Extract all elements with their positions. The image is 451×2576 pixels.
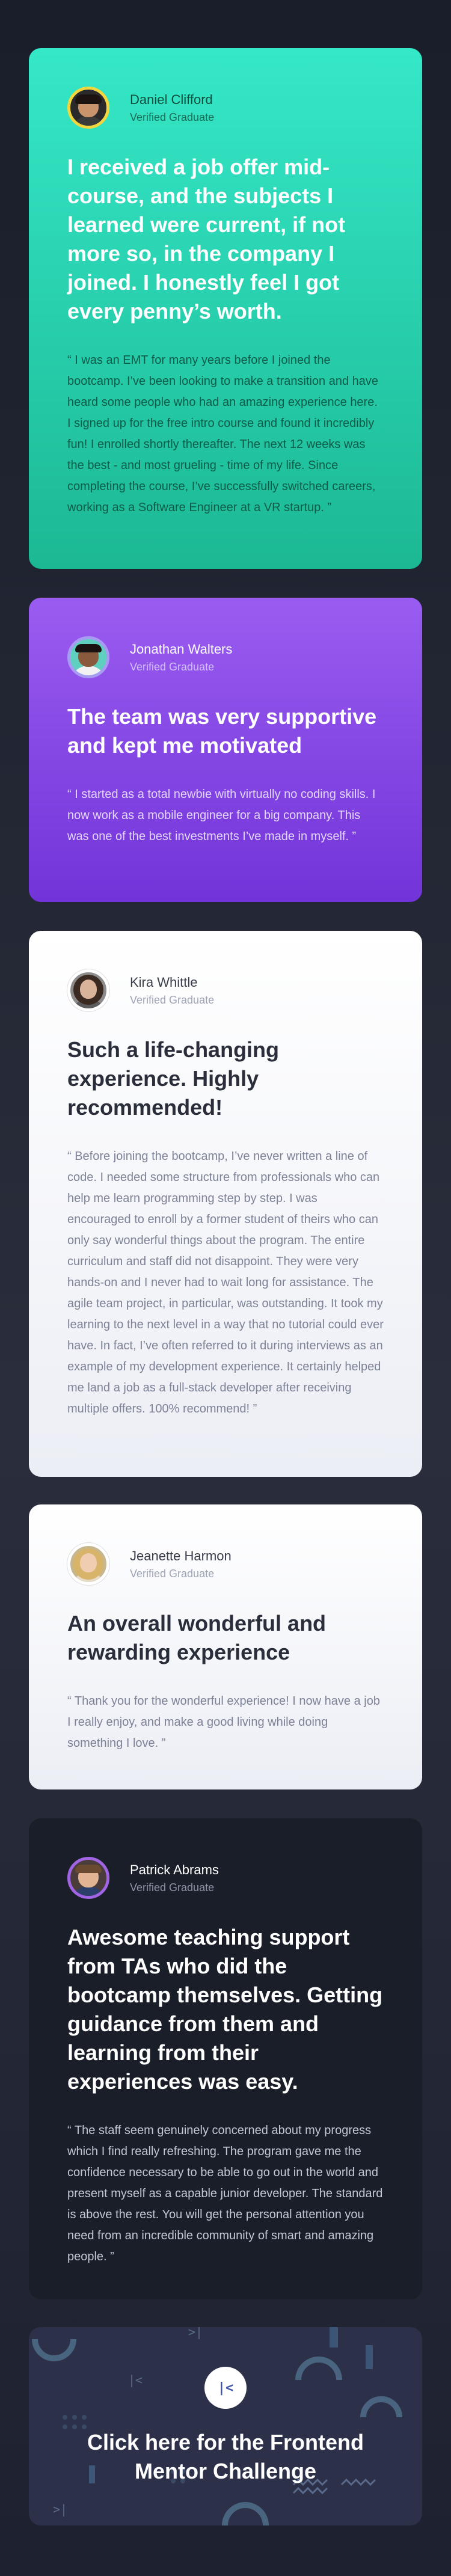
svg-text:>|: >| (53, 2502, 67, 2516)
svg-text:|<: |< (128, 2373, 143, 2387)
card-header: Jeanette Harmon Verified Graduate (67, 1543, 384, 1585)
testimonial-headline: I received a job offer mid-course, and t… (67, 155, 346, 324)
cta-label: Click here for the Frontend Mentor Chall… (87, 2430, 364, 2483)
testimonial-quote: “ I started as a total newbie with virtu… (67, 788, 376, 843)
author-status: Verified Graduate (130, 111, 215, 123)
avatar (67, 969, 109, 1011)
testimonial-headline: Awesome teaching support from TAs who di… (67, 1925, 383, 2094)
author-status: Verified Graduate (130, 994, 215, 1006)
author-name: Patrick Abrams (130, 1862, 219, 1877)
card-header: Daniel Clifford Verified Graduate (67, 87, 384, 129)
testimonial-card-kira: Kira Whittle Verified Graduate Such a li… (29, 931, 422, 1477)
author-name: Jonathan Walters (130, 642, 233, 657)
card-header: Jonathan Walters Verified Graduate (67, 636, 384, 678)
testimonial-card-daniel: Daniel Clifford Verified Graduate I rece… (29, 48, 422, 569)
author-name: Jeanette Harmon (130, 1548, 232, 1563)
frontend-mentor-logo-icon: |< (204, 2367, 247, 2409)
testimonial-headline: The team was very supportive and kept me… (67, 704, 377, 758)
author-meta: Patrick Abrams Verified Graduate (130, 1861, 219, 1895)
testimonial-card-jonathan: Jonathan Walters Verified Graduate The t… (29, 598, 422, 902)
author-status: Verified Graduate (130, 1881, 215, 1894)
testimonial-headline: Such a life-changing experience. Highly … (67, 1037, 280, 1120)
frontend-mentor-challenge-link[interactable]: >| |< >| |< Click here for the Frontend … (29, 2327, 422, 2525)
avatar (67, 1543, 109, 1585)
testimonial-quote: “ Before joining the bootcamp, I’ve neve… (67, 1150, 384, 1415)
author-meta: Kira Whittle Verified Graduate (130, 974, 214, 1007)
author-meta: Jonathan Walters Verified Graduate (130, 640, 232, 674)
author-status: Verified Graduate (130, 661, 215, 673)
author-name: Kira Whittle (130, 975, 198, 990)
testimonial-quote: “ Thank you for the wonderful experience… (67, 1694, 380, 1750)
avatar (67, 87, 109, 129)
author-meta: Daniel Clifford Verified Graduate (130, 91, 214, 124)
card-header: Patrick Abrams Verified Graduate (67, 1857, 384, 1899)
testimonial-card-jeanette: Jeanette Harmon Verified Graduate An ove… (29, 1504, 422, 1789)
decorative-pattern: >| |< >| (32, 2327, 402, 2525)
testimonial-card-patrick: Patrick Abrams Verified Graduate Awesome… (29, 1818, 422, 2299)
author-name: Daniel Clifford (130, 92, 213, 107)
testimonial-headline: An overall wonderful and rewarding exper… (67, 1611, 327, 1664)
avatar (67, 636, 109, 678)
author-status: Verified Graduate (130, 1568, 215, 1580)
card-header: Kira Whittle Verified Graduate (67, 969, 384, 1011)
avatar (67, 1857, 109, 1899)
testimonial-quote: “ The staff seem genuinely concerned abo… (67, 2124, 383, 2263)
svg-text:>|: >| (188, 2327, 203, 2339)
testimonial-quote: “ I was an EMT for many years before I j… (67, 354, 378, 514)
author-meta: Jeanette Harmon Verified Graduate (130, 1547, 232, 1581)
